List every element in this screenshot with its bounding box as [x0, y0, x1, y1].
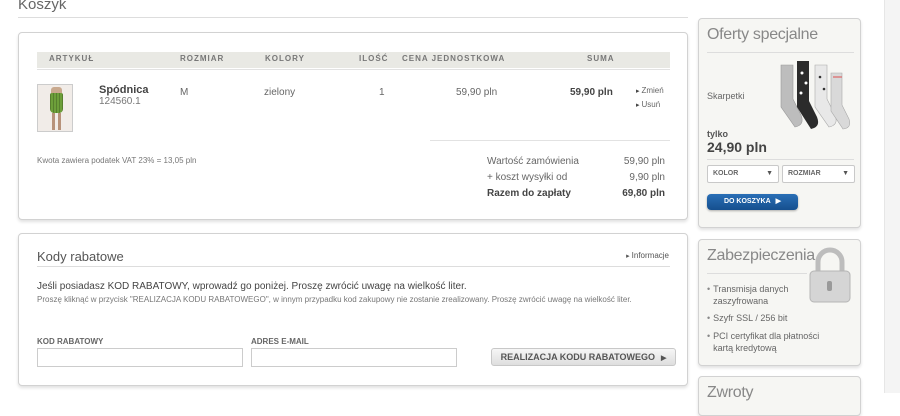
- product-unit-price: 59,90 pln: [456, 87, 498, 98]
- header-qty: ILOŚĆ: [359, 54, 389, 63]
- offer-price: 24,90 pln: [707, 139, 767, 155]
- coupon-email-label: ADRES E-MAIL: [251, 337, 309, 346]
- total-value: 69,80 pln: [622, 188, 665, 199]
- cart-table-header: ARTYKUŁ ROZMIAR KOLORY ILOŚĆ CENA JEDNOS…: [37, 52, 670, 68]
- add-to-cart-button[interactable]: DO KOSZYKA ▶: [707, 194, 798, 210]
- order-value-label: Wartość zamówienia: [487, 156, 579, 167]
- coupon-title: Kody rabatowe: [37, 249, 124, 264]
- order-value: 59,90 pln: [623, 156, 665, 167]
- header-divider: [37, 69, 670, 70]
- size-select-value: ROZMIAR: [788, 170, 821, 177]
- security-item: • PCI certyfikat dla płatności kartą kred…: [707, 331, 820, 353]
- product-thumbnail[interactable]: [37, 84, 73, 132]
- chevron-down-icon: ▼: [842, 170, 849, 177]
- add-to-cart-label: DO KOSZYKA: [723, 198, 771, 205]
- header-total: SUMA: [587, 54, 615, 63]
- special-offers-divider: [707, 52, 854, 53]
- bullet-icon: •: [707, 331, 711, 341]
- title-divider: [18, 17, 688, 18]
- product-total: 59,90 pln: [570, 87, 613, 98]
- product-qty: 1: [379, 87, 385, 98]
- coupon-divider: [37, 266, 670, 267]
- header-article: ARTYKUŁ: [49, 54, 95, 63]
- header-colors: KOLORY: [265, 54, 305, 63]
- socks-product-image[interactable]: [777, 59, 853, 139]
- offer-product-name[interactable]: Skarpetki: [707, 91, 745, 101]
- coupon-info-link[interactable]: Informacje: [626, 251, 669, 260]
- coupon-instructions: Jeśli posiadasz KOD RABATOWY, wprowadź g…: [37, 281, 467, 292]
- product-name[interactable]: Spódnica: [99, 84, 149, 96]
- bullet-icon: •: [707, 313, 711, 323]
- special-offers-panel: Oferty specjalne Skarpetki tylko 24,90 p…: [698, 18, 861, 228]
- size-select[interactable]: ROZMIAR ▼: [782, 165, 855, 183]
- redeem-coupon-label: REALIZACJA KODU RABATOWEGO: [500, 352, 655, 362]
- header-unit-price: CENA JEDNOSTKOWA: [402, 54, 506, 63]
- change-item-link[interactable]: Zmień: [636, 86, 663, 95]
- coupon-code-input[interactable]: [37, 348, 243, 367]
- summary-divider: [430, 140, 670, 141]
- total-label: Razem do zapłaty: [487, 188, 571, 199]
- security-item: • Transmisja danych zaszyfrowana: [707, 284, 789, 306]
- product-color: zielony: [264, 87, 296, 98]
- page-title: Koszyk: [18, 0, 67, 13]
- chevron-down-icon: ▼: [766, 170, 773, 177]
- security-title: Zabezpieczenia: [707, 247, 815, 264]
- security-divider: [707, 273, 807, 274]
- remove-item-link[interactable]: Usuń: [636, 100, 660, 109]
- product-code: 124560.1: [99, 96, 141, 107]
- cart-panel: ARTYKUŁ ROZMIAR KOLORY ILOŚĆ CENA JEDNOS…: [18, 32, 688, 220]
- header-size: ROZMIAR: [180, 54, 225, 63]
- page-scroll-track: [884, 0, 900, 393]
- offer-price-divider: [707, 159, 854, 160]
- shipping-label: + koszt wysyłki od: [487, 172, 568, 183]
- color-select-value: KOLOR: [713, 170, 739, 177]
- coupon-email-input[interactable]: [251, 348, 457, 367]
- security-panel: Zabezpieczenia • Transmisja danych zaszyf…: [698, 239, 861, 366]
- coupon-panel: Kody rabatowe Informacje Jeśli posiadasz…: [18, 233, 688, 386]
- security-item: • Szyfr SSL / 256 bit: [707, 313, 788, 323]
- returns-title: Zwroty: [707, 384, 754, 401]
- returns-panel: Zwroty: [698, 376, 861, 416]
- vat-note: Kwota zawiera podatek VAT 23% = 13,05 pl…: [37, 156, 197, 165]
- arrow-right-icon: ▶: [660, 355, 667, 362]
- arrow-right-icon: ▶: [775, 198, 782, 205]
- coupon-code-label: KOD RABATOWY: [37, 337, 104, 346]
- coupon-note: Proszę kliknąć w przycisk "REALIZACJA KO…: [37, 295, 632, 304]
- product-size: M: [180, 87, 189, 98]
- special-offers-title: Oferty specjalne: [707, 26, 818, 43]
- redeem-coupon-button[interactable]: REALIZACJA KODU RABATOWEGO ▶: [491, 348, 676, 366]
- shipping-value: 9,90 pln: [629, 172, 665, 183]
- bullet-icon: •: [707, 284, 711, 294]
- color-select[interactable]: KOLOR ▼: [707, 165, 779, 183]
- offer-only-label: tylko: [707, 129, 729, 139]
